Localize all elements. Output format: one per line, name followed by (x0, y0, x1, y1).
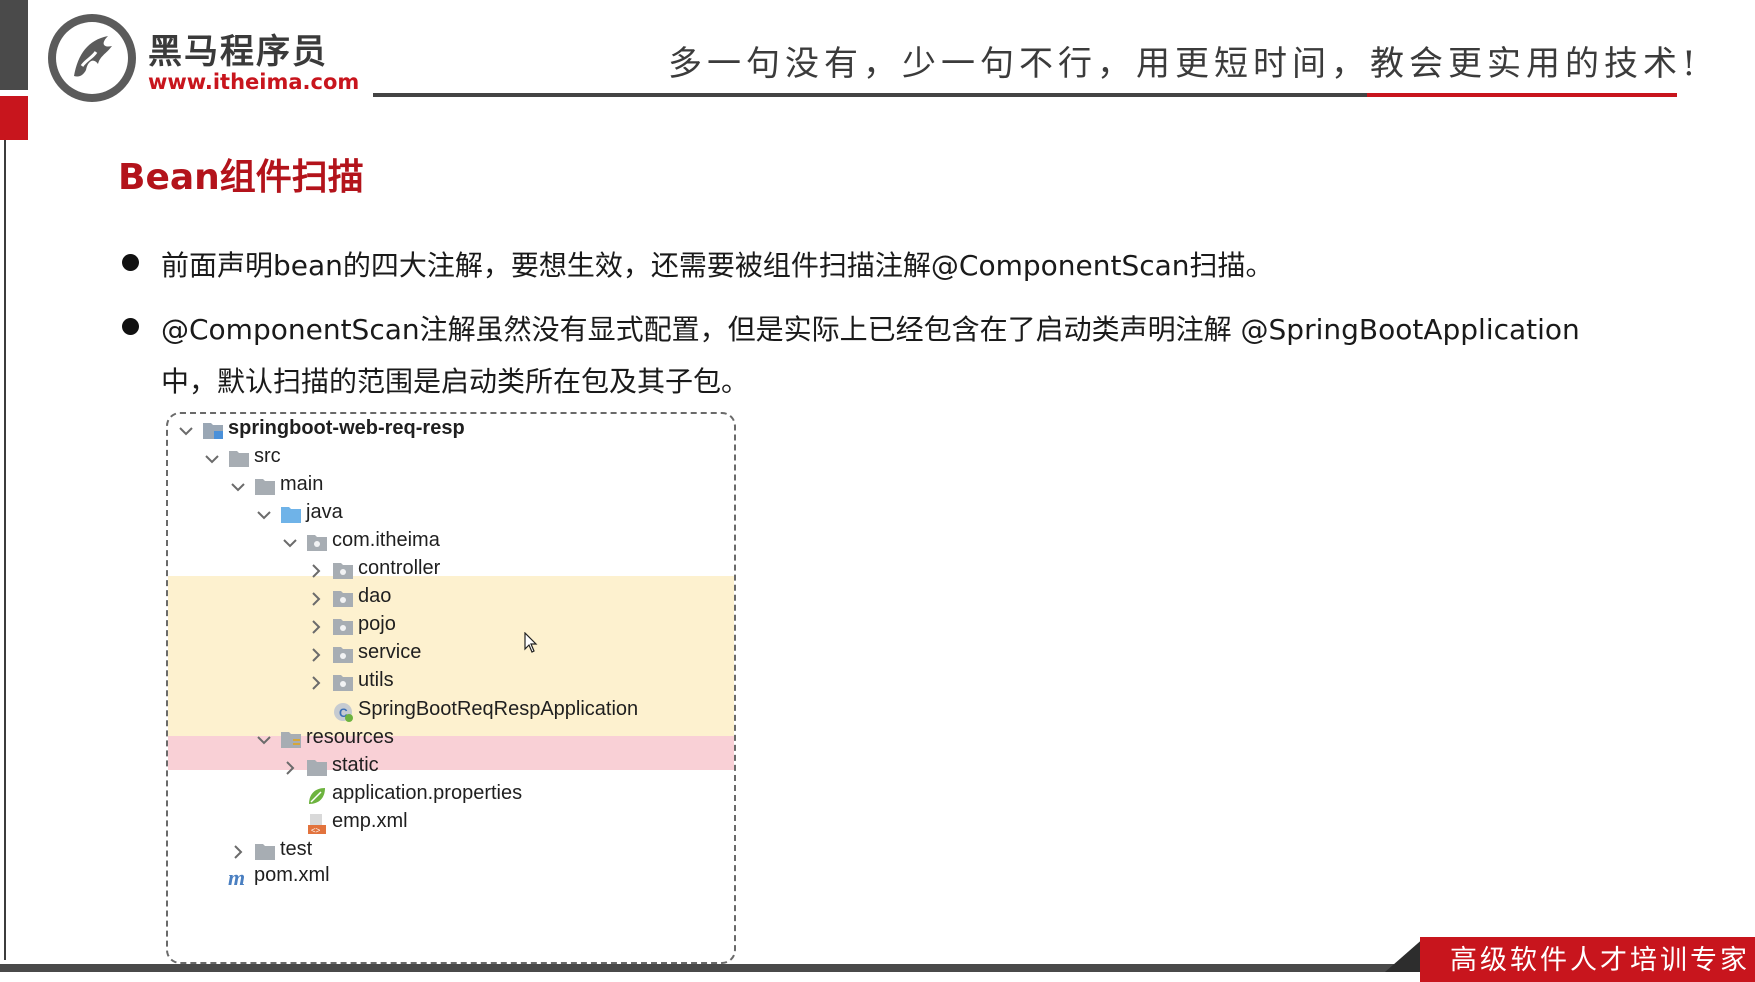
chevron-right-icon[interactable] (304, 643, 328, 667)
chevron-down-icon[interactable] (200, 447, 224, 471)
logo-url: www.itheima.com (148, 70, 360, 94)
tree-item-label: src (254, 445, 281, 467)
svg-text:<>: <> (311, 826, 321, 835)
tree-item[interactable]: service (168, 640, 734, 670)
package-icon (332, 672, 354, 692)
spring-properties-icon (306, 785, 328, 805)
folder-icon (254, 476, 276, 496)
tree-item-label: controller (358, 557, 441, 579)
left-edge-bar (0, 0, 28, 90)
bullet-text-2: @ComponentScan注解虽然没有显式配置，但是实际上已经包含在了启动类声… (161, 313, 1580, 346)
chevron-right-icon[interactable] (304, 559, 328, 583)
mouse-cursor-icon (524, 631, 538, 658)
footer-corner (1385, 937, 1425, 972)
module-folder-icon (202, 420, 224, 440)
bullet-text-1: 前面声明bean的四大注解，要想生效，还需要被组件扫描注解@ComponentS… (161, 249, 1274, 282)
chevron-down-icon[interactable] (252, 503, 276, 527)
tree-item[interactable]: C SpringBootReqRespApplication (168, 697, 734, 727)
header-slogan: 多一句没有，少一句不行，用更短时间，教会更实用的技术! (668, 44, 1701, 84)
chevron-down-icon[interactable] (226, 475, 250, 499)
tree-item[interactable]: resources (168, 725, 734, 755)
tree-item[interactable]: main (168, 472, 734, 502)
tree-item[interactable]: static (168, 753, 734, 783)
tree-item[interactable]: java (168, 500, 734, 530)
folder-icon (228, 448, 250, 468)
package-icon (332, 560, 354, 580)
maven-icon: m (228, 865, 250, 890)
tree-item-label: dao (358, 585, 392, 607)
tree-item-label: main (280, 473, 324, 495)
xml-file-icon: <> (306, 813, 328, 835)
chevron-right-icon[interactable] (304, 587, 328, 611)
tree-item-label: SpringBootReqRespApplication (358, 698, 639, 720)
bullet-dot-icon (122, 254, 139, 271)
folder-icon (254, 841, 276, 861)
package-icon (332, 616, 354, 636)
tree-item-label: resources (306, 726, 394, 748)
tree-item-label: pom.xml (254, 864, 330, 886)
tree-item[interactable]: <> emp.xml (168, 809, 734, 839)
left-edge-accent (0, 96, 28, 140)
tree-item[interactable]: dao (168, 584, 734, 614)
package-icon (332, 588, 354, 608)
tree-item[interactable]: m pom.xml (168, 863, 734, 893)
left-edge-line (4, 140, 6, 960)
chevron-right-icon[interactable] (304, 671, 328, 695)
source-root-folder-icon (280, 504, 302, 524)
tree-item-label: application.properties (332, 782, 523, 804)
header-rule (373, 93, 1367, 97)
tree-item-label: com.itheima (332, 529, 440, 551)
folder-icon (306, 757, 328, 777)
chevron-down-icon[interactable] (174, 419, 198, 443)
package-icon (306, 532, 328, 552)
project-tree: springboot-web-req-resp src main java com.it… (166, 412, 736, 964)
slide-title: Bean组件扫描 (118, 157, 364, 198)
tree-item-label: springboot-web-req-resp (228, 417, 465, 439)
svg-text:m: m (228, 867, 245, 889)
tree-item[interactable]: pojo (168, 612, 734, 642)
package-icon (332, 644, 354, 664)
tree-item[interactable]: application.properties (168, 781, 734, 811)
header-rule-accent (1367, 93, 1677, 97)
tree-item-label: static (332, 754, 379, 776)
bullet-dot-icon (122, 318, 139, 335)
chevron-right-icon[interactable] (226, 840, 250, 864)
chevron-right-icon[interactable] (304, 615, 328, 639)
resources-folder-icon (280, 729, 302, 749)
horse-logo-icon (48, 14, 136, 102)
slide: 黑马程序员 www.itheima.com 多一句没有，少一句不行，用更短时间，… (0, 0, 1755, 982)
chevron-down-icon[interactable] (252, 728, 276, 752)
tree-item[interactable]: springboot-web-req-resp (168, 416, 734, 446)
footer-tagline: 高级软件人才培训专家 (1450, 945, 1750, 976)
tree-item[interactable]: src (168, 444, 734, 474)
brand-logo: 黑马程序员 www.itheima.com (48, 14, 368, 104)
logo-name: 黑马程序员 (148, 32, 328, 72)
bullet-text-2-cont: 中，默认扫描的范围是启动类所在包及其子包。 (161, 365, 750, 398)
tree-item-label: java (306, 501, 343, 523)
tree-item-label: service (358, 641, 422, 663)
tree-item-label: utils (358, 669, 394, 691)
spring-class-icon: C (332, 701, 354, 722)
tree-item[interactable]: utils (168, 668, 734, 698)
tree-item-label: test (280, 838, 313, 860)
chevron-down-icon[interactable] (278, 531, 302, 555)
tree-item-label: emp.xml (332, 810, 408, 832)
tree-item-label: pojo (358, 613, 396, 635)
chevron-right-icon[interactable] (278, 756, 302, 780)
tree-item[interactable]: controller (168, 556, 734, 586)
tree-item[interactable]: com.itheima (168, 528, 734, 558)
